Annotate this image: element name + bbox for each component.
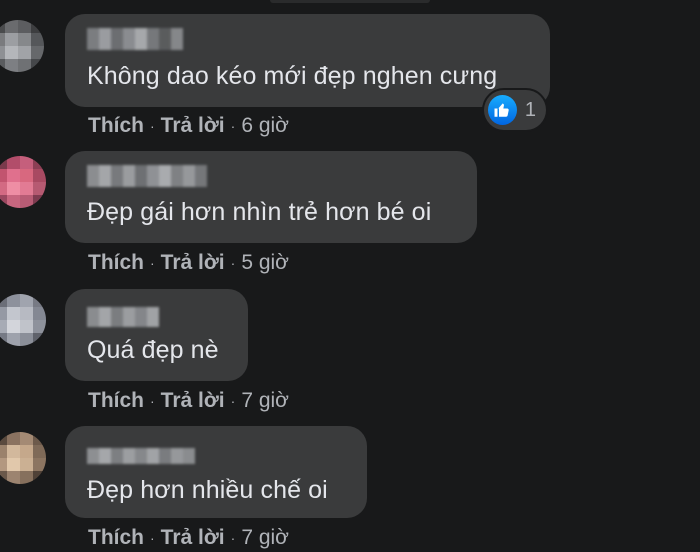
comment-text: Không dao kéo mới đẹp nghen cưng — [87, 62, 498, 90]
like-icon — [488, 95, 517, 125]
comment-bubble: Đẹp hơn nhiều chế oi — [65, 426, 367, 518]
separator-dot: · — [230, 530, 236, 546]
commenter-name[interactable] — [87, 28, 187, 50]
timestamp[interactable]: 6 giờ — [241, 114, 289, 138]
avatar[interactable] — [0, 156, 46, 208]
commenter-name[interactable] — [87, 448, 195, 464]
reply-button[interactable]: Trả lời — [161, 526, 225, 550]
like-button[interactable]: Thích — [88, 526, 144, 550]
previous-comment-edge — [270, 0, 430, 3]
like-button[interactable]: Thích — [88, 114, 144, 138]
comment-bubble: Quá đẹp nè — [65, 289, 248, 381]
reply-button[interactable]: Trả lời — [161, 389, 225, 413]
comment-actions: Thích · Trả lời · 5 giờ — [88, 251, 289, 275]
comment-bubble: Đẹp gái hơn nhìn trẻ hơn bé oi — [65, 151, 477, 243]
comment-bubble: Không dao kéo mới đẹp nghen cưng — [65, 14, 550, 107]
separator-dot: · — [230, 255, 236, 271]
reaction-count: 1 — [524, 98, 536, 121]
timestamp[interactable]: 5 giờ — [241, 251, 289, 275]
comment-actions: Thích · Trả lời · 6 giờ — [88, 114, 289, 138]
comment-actions: Thích · Trả lời · 7 giờ — [88, 389, 289, 413]
avatar[interactable] — [0, 432, 46, 484]
timestamp[interactable]: 7 giờ — [241, 526, 289, 550]
comment-text: Đẹp gái hơn nhìn trẻ hơn bé oi — [87, 198, 432, 226]
commenter-name[interactable] — [87, 307, 159, 327]
timestamp[interactable]: 7 giờ — [241, 389, 289, 413]
comment-text: Đẹp hơn nhiều chế oi — [87, 476, 328, 504]
separator-dot: · — [150, 393, 155, 409]
avatar[interactable] — [0, 20, 44, 72]
separator-dot: · — [150, 118, 155, 134]
reply-button[interactable]: Trả lời — [161, 114, 225, 138]
reply-button[interactable]: Trả lời — [161, 251, 225, 275]
comment-actions: Thích · Trả lời · 7 giờ — [88, 526, 289, 550]
like-button[interactable]: Thích — [88, 389, 144, 413]
separator-dot: · — [150, 255, 155, 271]
separator-dot: · — [150, 530, 155, 546]
like-button[interactable]: Thích — [88, 251, 144, 275]
avatar[interactable] — [0, 294, 46, 346]
reaction-badge[interactable]: 1 — [484, 90, 546, 130]
separator-dot: · — [230, 118, 236, 134]
separator-dot: · — [230, 393, 236, 409]
commenter-name[interactable] — [87, 165, 207, 187]
comment-text: Quá đẹp nè — [87, 336, 219, 364]
